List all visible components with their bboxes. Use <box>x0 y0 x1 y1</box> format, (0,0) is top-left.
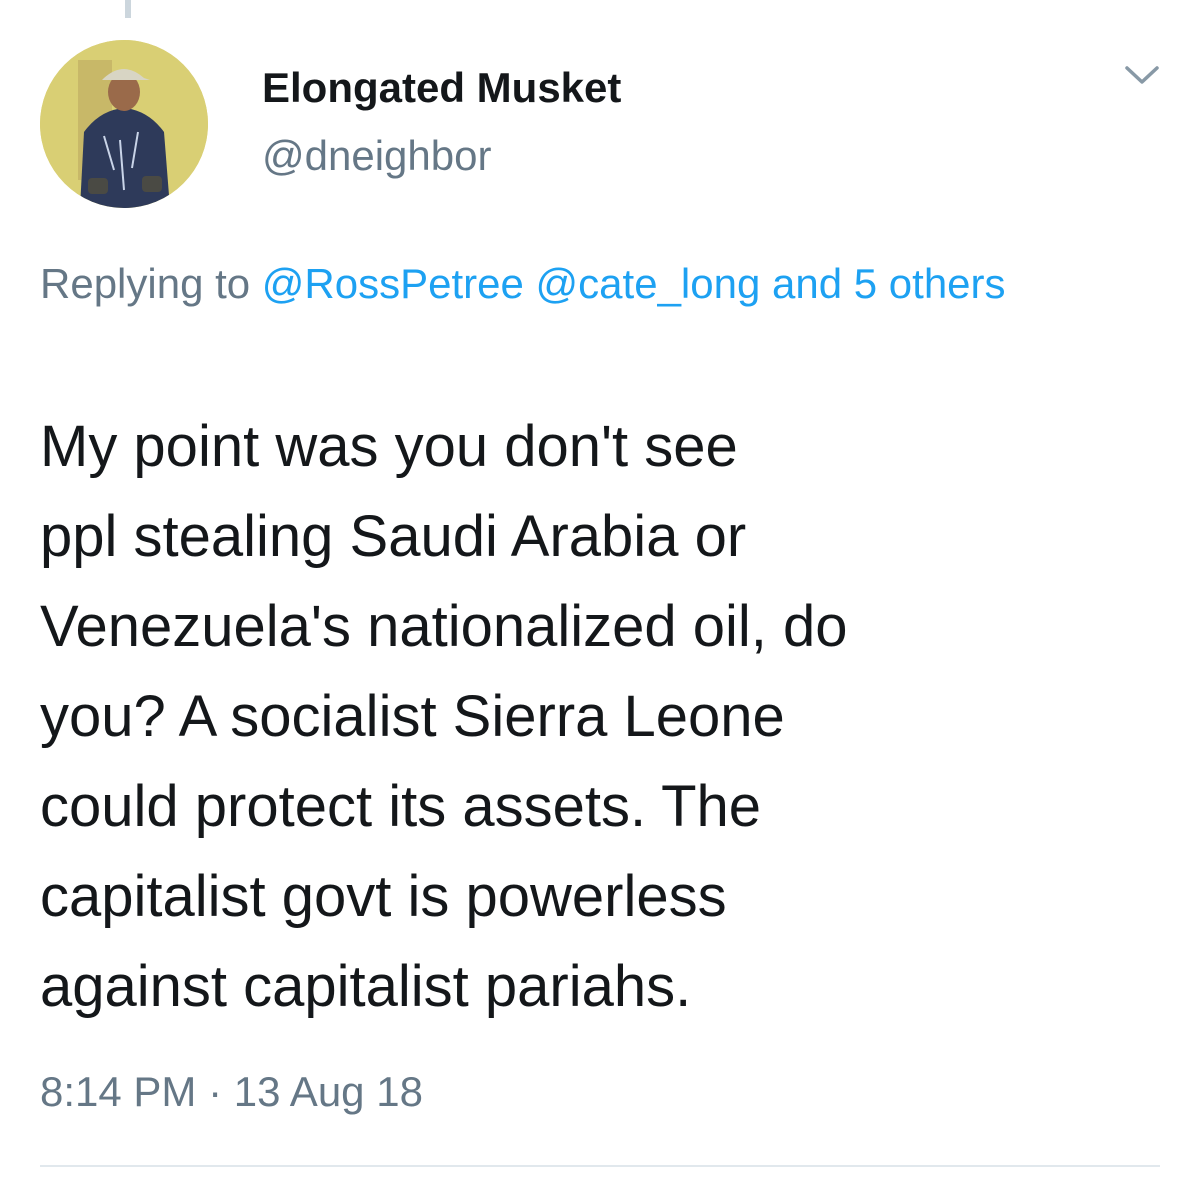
thread-connector-line <box>125 0 131 18</box>
tweet-body-line: capitalist govt is powerless <box>40 864 727 929</box>
divider <box>40 1165 1160 1167</box>
tweet-body-line: could protect its assets. The <box>40 774 762 839</box>
mention-ross-petree[interactable]: @RossPetree <box>262 260 524 307</box>
tweet-body-line: against capitalist pariahs. <box>40 954 692 1019</box>
reply-context: Replying to @RossPetree @cate_long and 5… <box>40 252 1140 316</box>
reply-prefix: Replying to <box>40 260 251 307</box>
author-display-name[interactable]: Elongated Musket <box>262 64 621 112</box>
chevron-down-icon[interactable] <box>1124 62 1160 88</box>
tweet-body-line: My point was you don't see <box>40 414 738 479</box>
mention-others[interactable]: and 5 others <box>772 260 1006 307</box>
tweet-timestamp[interactable]: 8:14 PM · 13 Aug 18 <box>40 1068 423 1116</box>
author-handle[interactable]: @dneighbor <box>262 132 491 180</box>
avatar[interactable] <box>40 40 208 208</box>
mention-cate-long[interactable]: @cate_long <box>536 260 761 307</box>
tweet-body-line: you? A socialist Sierra Leone <box>40 684 785 749</box>
avatar-image <box>40 40 208 208</box>
tweet-body-line: Venezuela's nationalized oil, do <box>40 594 848 659</box>
tweet-body: My point was you don't see ppl stealing … <box>40 402 1140 1032</box>
tweet-body-line: ppl stealing Saudi Arabia or <box>40 504 747 569</box>
